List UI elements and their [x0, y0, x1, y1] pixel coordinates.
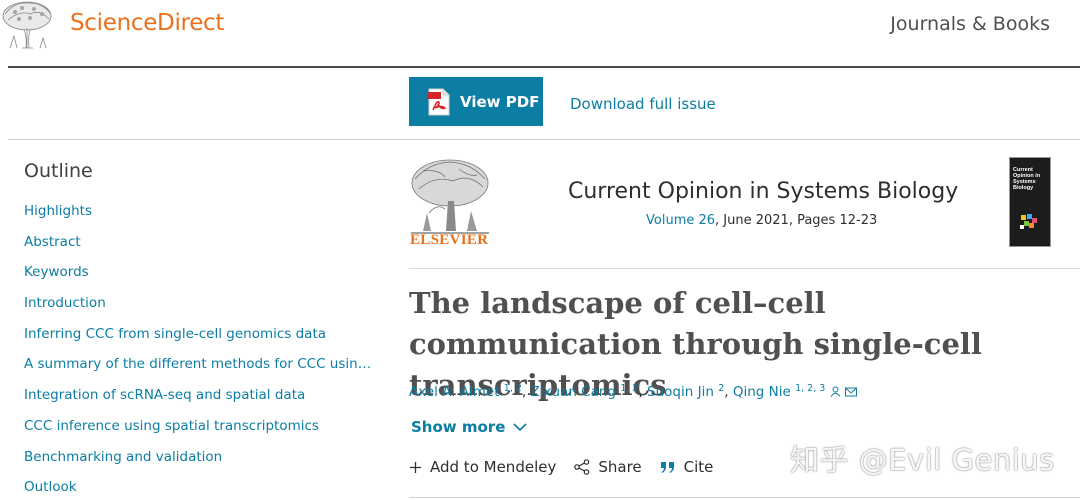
outline-item-ccc-spatial[interactable]: CCC inference using spatial transcriptom… [24, 418, 374, 449]
author-list: Axel A. Almet 1, 2, Zixuan Cang 1, 2, Su… [409, 383, 857, 400]
journal-issue-info: Volume 26, June 2021, Pages 12-23 [646, 213, 877, 228]
author-link[interactable]: Axel A. Almet 1, 2 [409, 383, 522, 400]
cite-button[interactable]: Cite [660, 458, 714, 476]
outline-item-summary-methods[interactable]: A summary of the different methods for C… [24, 356, 374, 387]
issue-date-pages: , June 2021, Pages 12-23 [715, 213, 878, 228]
outline-item-benchmarking[interactable]: Benchmarking and validation [24, 449, 374, 480]
actions-divider [409, 497, 1080, 498]
outline-heading: Outline [24, 160, 93, 182]
cover-title: Current Opinion in Systems Biology [1013, 167, 1041, 192]
journals-books-link[interactable]: Journals & Books [890, 13, 1050, 35]
show-more-button[interactable]: Show more [411, 418, 527, 436]
share-icon [574, 459, 590, 475]
author-link[interactable]: Zixuan Cang 1, 2 [531, 383, 639, 400]
share-button[interactable]: Share [574, 458, 642, 476]
view-pdf-label: View PDF [460, 92, 540, 111]
download-full-issue-link[interactable]: Download full issue [570, 95, 716, 113]
show-more-label: Show more [411, 418, 506, 436]
volume-link[interactable]: Volume 26 [646, 213, 715, 228]
journal-divider [409, 268, 1080, 269]
chevron-down-icon [513, 422, 527, 431]
plus-icon [410, 461, 421, 473]
outline-item-highlights[interactable]: Highlights [24, 203, 374, 234]
envelope-icon[interactable] [844, 387, 857, 397]
outline-item-inferring-ccc[interactable]: Inferring CCC from single-cell genomics … [24, 326, 374, 357]
brand-name[interactable]: ScienceDirect [70, 10, 224, 36]
journal-title-link[interactable]: Current Opinion in Systems Biology [568, 179, 958, 204]
mendeley-label: Add to Mendeley [430, 458, 557, 476]
cite-label: Cite [683, 458, 714, 476]
author-link[interactable]: Suoqin Jin 2 [647, 383, 724, 400]
sciencedirect-tree-logo-icon[interactable] [0, 0, 58, 50]
outline-item-abstract[interactable]: Abstract [24, 234, 374, 265]
share-label: Share [598, 458, 642, 476]
journal-cover-thumbnail[interactable]: Current Opinion in Systems Biology [1009, 157, 1051, 247]
watermark-text: 知乎 @Evil Genius [790, 443, 1055, 477]
add-to-mendeley-button[interactable]: Add to Mendeley [409, 458, 556, 476]
person-icon[interactable] [830, 386, 841, 397]
article-actions: Add to Mendeley Share Cite [409, 458, 731, 476]
outline-item-introduction[interactable]: Introduction [24, 295, 374, 326]
outline-item-outlook[interactable]: Outlook [24, 479, 374, 500]
quote-icon [660, 461, 674, 473]
outline-item-keywords[interactable]: Keywords [24, 264, 374, 295]
outline-list: Highlights Abstract Keywords Introductio… [24, 203, 374, 500]
elsevier-tree-logo-icon[interactable] [409, 157, 491, 235]
pdf-file-icon [427, 88, 450, 115]
cover-artwork-icon [1020, 214, 1037, 229]
toolbar-divider [8, 139, 1080, 140]
view-pdf-button[interactable]: View PDF [409, 77, 543, 126]
header-divider [8, 66, 1080, 68]
outline-item-integration[interactable]: Integration of scRNA-seq and spatial dat… [24, 387, 374, 418]
author-link[interactable]: Qing Nie 1, 2, 3 [733, 383, 825, 400]
elsevier-wordmark: ELSEVIER [410, 232, 489, 248]
